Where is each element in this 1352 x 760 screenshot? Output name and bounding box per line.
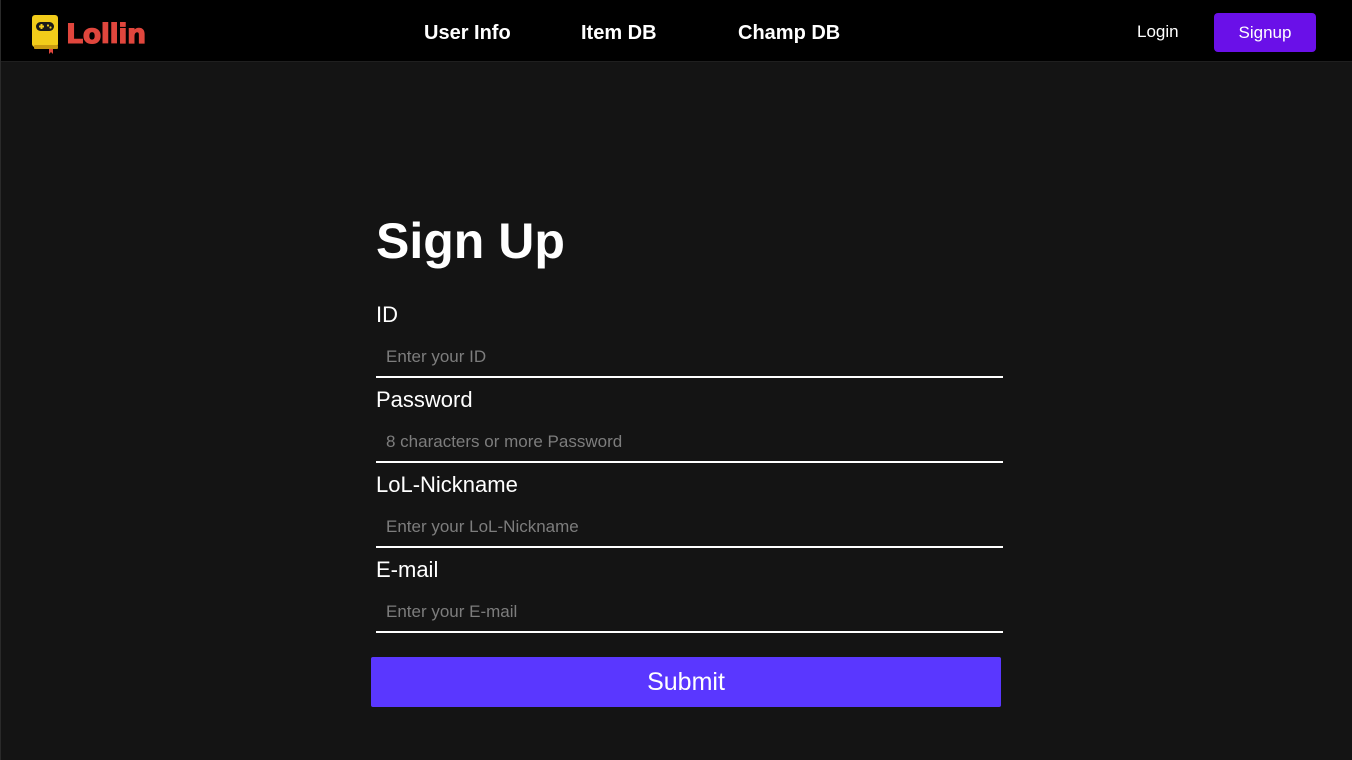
nav-item-db[interactable]: Item DB [581,21,657,45]
email-input[interactable] [376,593,1003,633]
nav-champ-db[interactable]: Champ DB [738,21,840,45]
page-title: Sign Up [376,213,565,269]
id-label: ID [376,302,398,327]
home-logo-link[interactable]: Lollin [31,14,147,54]
nav-user-info[interactable]: User Info [424,21,511,45]
password-input[interactable] [376,423,1003,463]
gamepad-book-icon [32,15,58,54]
signup-page: Lollin User Info Item DB Champ DB Login … [0,0,1352,760]
top-navigation-bar: Lollin User Info Item DB Champ DB Login … [1,0,1352,62]
login-link[interactable]: Login [1137,22,1179,42]
logo-wordmark: Lollin [66,18,147,50]
nickname-label: LoL-Nickname [376,472,518,497]
password-label: Password [376,387,473,412]
nickname-input[interactable] [376,508,1003,548]
submit-button[interactable]: Submit [371,657,1001,707]
signup-button[interactable]: Signup [1214,13,1316,52]
email-label: E-mail [376,557,439,582]
id-input[interactable] [376,338,1003,378]
